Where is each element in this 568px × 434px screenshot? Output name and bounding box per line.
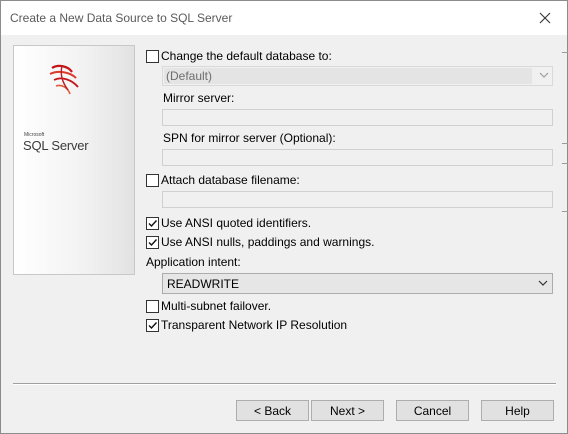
checkmark-icon bbox=[148, 220, 158, 228]
title-bar: Create a New Data Source to SQL Server bbox=[1, 1, 567, 35]
background-window-edge bbox=[562, 163, 568, 164]
spn-mirror-input[interactable] bbox=[162, 149, 553, 166]
next-button[interactable]: Next > bbox=[311, 400, 384, 421]
spn-mirror-label: SPN for mirror server (Optional): bbox=[163, 131, 336, 145]
default-db-combo-field bbox=[164, 68, 532, 84]
logo-panel: Microsoft SQL Server bbox=[13, 45, 135, 275]
app-intent-value: READWRITE bbox=[167, 277, 239, 291]
tnir-label: Transparent Network IP Resolution bbox=[161, 318, 348, 332]
background-window-edge bbox=[562, 52, 568, 53]
attach-db-input[interactable] bbox=[162, 191, 553, 208]
checkmark-icon bbox=[148, 239, 158, 247]
mirror-server-input[interactable] bbox=[162, 109, 553, 126]
sql-server-logo-icon bbox=[49, 64, 79, 95]
dialog-window: Create a New Data Source to SQL Server M… bbox=[0, 0, 568, 434]
app-intent-label: Application intent: bbox=[146, 255, 241, 269]
background-window-edge bbox=[562, 211, 568, 212]
sql-server-wordmark: SQL Server bbox=[23, 138, 89, 153]
ansi-quoted-label: Use ANSI quoted identifiers. bbox=[161, 216, 312, 230]
mirror-server-label: Mirror server: bbox=[163, 91, 235, 105]
change-default-db-label: Change the default database to: bbox=[161, 49, 332, 63]
ansi-nulls-label: Use ANSI nulls, paddings and warnings. bbox=[161, 235, 375, 249]
background-window-edge bbox=[562, 143, 568, 144]
tnir-checkbox[interactable] bbox=[146, 319, 159, 332]
ansi-nulls-checkbox[interactable] bbox=[146, 236, 159, 249]
close-button[interactable] bbox=[531, 7, 559, 29]
default-db-value: (Default) bbox=[166, 69, 213, 83]
ansi-quoted-checkbox[interactable] bbox=[146, 217, 159, 230]
multi-subnet-checkbox[interactable] bbox=[146, 300, 159, 313]
chevron-down-icon bbox=[538, 280, 548, 286]
attach-db-checkbox[interactable] bbox=[146, 174, 159, 187]
cancel-button[interactable]: Cancel bbox=[396, 400, 469, 421]
footer-separator-highlight bbox=[13, 384, 556, 385]
default-db-combo[interactable]: (Default) bbox=[162, 66, 553, 86]
checkmark-icon bbox=[148, 322, 158, 330]
back-button[interactable]: < Back bbox=[236, 400, 309, 421]
close-icon bbox=[539, 12, 551, 24]
change-default-db-checkbox[interactable] bbox=[146, 50, 159, 63]
app-intent-select[interactable]: READWRITE bbox=[162, 273, 553, 294]
window-title: Create a New Data Source to SQL Server bbox=[10, 11, 233, 25]
attach-db-label: Attach database filename: bbox=[161, 173, 300, 187]
help-button[interactable]: Help bbox=[481, 400, 554, 421]
chevron-down-icon bbox=[539, 72, 549, 78]
multi-subnet-label: Multi-subnet failover. bbox=[161, 299, 272, 313]
